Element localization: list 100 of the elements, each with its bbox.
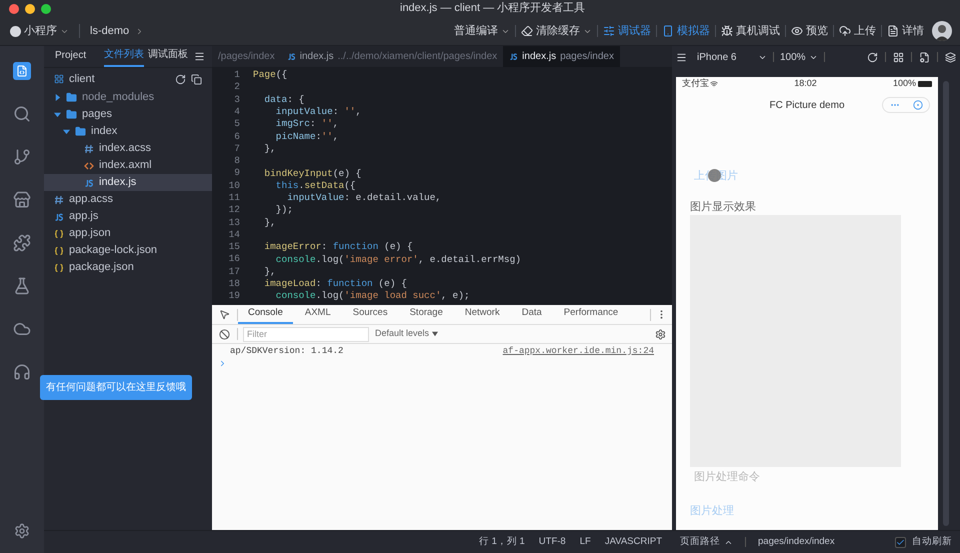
toolbar-button[interactable]: 上传 xyxy=(839,22,876,40)
inspect-icon[interactable] xyxy=(219,309,230,320)
page-path: pages/index/index xyxy=(758,534,835,549)
source-link[interactable]: af-appx.worker.ide.min.js:24 xyxy=(502,344,654,358)
line-number: 5 xyxy=(233,117,240,132)
menu-icon[interactable] xyxy=(194,51,206,62)
code-line: picName:'', xyxy=(274,130,339,143)
devtools-tab[interactable]: Sources xyxy=(342,305,398,324)
cloud-icon[interactable] xyxy=(13,320,31,338)
auto-refresh-label: 自动刷新 xyxy=(912,534,952,549)
toolbar-button[interactable]: 详情 xyxy=(887,22,924,40)
code-line: }, xyxy=(263,216,276,229)
clock: 18:02 xyxy=(794,76,817,90)
js-file-icon xyxy=(509,52,518,61)
devtools-tab[interactable]: Storage xyxy=(400,305,453,324)
editor-tab[interactable]: index.js pages/index xyxy=(503,46,620,67)
hash-icon xyxy=(54,194,64,204)
headset-icon[interactable] xyxy=(13,363,31,381)
zoom-window-button[interactable] xyxy=(41,4,51,14)
file-tree-item[interactable]: index.js xyxy=(44,174,212,191)
devtools-tab[interactable]: Performance xyxy=(554,305,628,324)
menu-icon[interactable] xyxy=(676,52,687,62)
zoom-dropdown[interactable]: 100% xyxy=(780,50,818,64)
code-file-icon[interactable] xyxy=(13,62,31,80)
cloud-upload-icon xyxy=(839,25,851,37)
file-tree-item[interactable]: app.js xyxy=(44,208,212,225)
settings-icon[interactable] xyxy=(655,328,666,340)
eye-icon xyxy=(791,25,803,37)
close-window-button[interactable] xyxy=(9,4,19,14)
hash-icon xyxy=(84,144,94,154)
toolbar-button[interactable]: 预览 xyxy=(791,22,828,40)
project-button[interactable]: ls-demo xyxy=(90,22,144,40)
app-menu-button[interactable]: 小程序 xyxy=(10,22,69,40)
refresh-icon[interactable] xyxy=(867,52,878,62)
sidebar-tab[interactable]: 文件列表 xyxy=(104,47,144,67)
devtools-tab[interactable]: AXML xyxy=(294,305,341,324)
minimize-window-button[interactable] xyxy=(25,4,35,14)
settings-icon[interactable] xyxy=(14,523,30,539)
windows-icon[interactable] xyxy=(945,52,956,62)
file-tree-item[interactable]: pages xyxy=(44,106,212,123)
device-dropdown[interactable]: iPhone 6 xyxy=(697,50,767,64)
grid-icon[interactable] xyxy=(893,52,904,62)
clear-console-icon[interactable] xyxy=(219,328,230,340)
braces-icon xyxy=(54,228,64,238)
sidebar-tab[interactable]: 调试面板 xyxy=(148,47,188,67)
close-target-icon[interactable] xyxy=(912,100,922,110)
puzzle-icon[interactable] xyxy=(13,234,31,252)
devtools-tab[interactable]: Data xyxy=(512,305,552,324)
phone-icon xyxy=(662,25,674,37)
js-file-icon xyxy=(54,212,64,222)
grid-icon xyxy=(54,74,64,84)
refresh-icon[interactable] xyxy=(175,74,186,84)
devtools-tab[interactable]: Network xyxy=(454,305,510,324)
command-field[interactable]: 图片处理命令 xyxy=(694,468,874,486)
file-tree-item[interactable]: package-lock.json xyxy=(44,242,212,259)
battery-icon xyxy=(918,80,932,86)
battery-level: 100% xyxy=(892,76,916,90)
auto-refresh-checkbox[interactable] xyxy=(895,536,906,548)
image-label: 图片显示效果 xyxy=(690,200,757,214)
levels-dropdown[interactable]: Default levels xyxy=(375,327,438,341)
file-tree-item[interactable]: index xyxy=(44,123,212,140)
js-file-icon xyxy=(84,178,94,188)
file-tree-item[interactable]: index.acss xyxy=(44,140,212,157)
code-line: }, xyxy=(263,266,276,278)
braces-icon xyxy=(54,246,64,256)
code-line: }, xyxy=(263,142,276,155)
flask-icon[interactable] xyxy=(13,277,31,295)
project-root: client xyxy=(69,72,96,87)
avatar[interactable] xyxy=(932,21,952,41)
file-tree-item[interactable]: app.acss xyxy=(44,191,212,208)
store-icon[interactable] xyxy=(13,191,31,209)
file-tree-item[interactable]: node_modules xyxy=(44,89,212,106)
search-icon[interactable] xyxy=(13,105,31,123)
toolbar-button[interactable]: 调试器 xyxy=(603,22,651,40)
code-line: bindKeyInput(e) { xyxy=(263,168,362,180)
file-tree-item[interactable]: index.axml xyxy=(44,157,212,174)
line-number: 6 xyxy=(233,130,240,144)
code-editor[interactable] xyxy=(212,68,672,305)
line-number: 10 xyxy=(228,178,240,193)
toolbar-button[interactable]: 普通编译 xyxy=(454,22,510,40)
folder-icon xyxy=(66,92,77,103)
toolbar-button[interactable]: 模拟器 xyxy=(662,22,710,40)
collapse-all-icon[interactable] xyxy=(191,74,202,84)
toolbar-button[interactable]: 真机调试 xyxy=(721,22,780,40)
file-tree-item[interactable]: package.json xyxy=(44,259,212,276)
window-title: index.js — client — 小程序开发者工具 xyxy=(400,0,586,16)
devtools-tab[interactable]: Console xyxy=(238,305,293,324)
line-number: 16 xyxy=(228,252,240,266)
code-line: imageError: function (e) { xyxy=(263,241,413,254)
carrier-label: 支付宝 xyxy=(682,76,709,90)
page-path-button[interactable]: 页面路径 xyxy=(680,534,733,550)
code-line: imageLoad: function (e) { xyxy=(263,278,407,290)
prompt-icon[interactable] xyxy=(218,359,227,368)
filter-field[interactable]: Filter xyxy=(243,326,369,342)
file-tree-item[interactable]: app.json xyxy=(44,225,212,242)
file-settings-icon[interactable] xyxy=(919,52,930,62)
dropdown-triangle-icon xyxy=(432,331,438,337)
capsule-menu[interactable] xyxy=(882,97,930,113)
branch-icon[interactable] xyxy=(13,148,31,166)
toolbar-button[interactable]: 清除缓存 xyxy=(521,22,592,40)
